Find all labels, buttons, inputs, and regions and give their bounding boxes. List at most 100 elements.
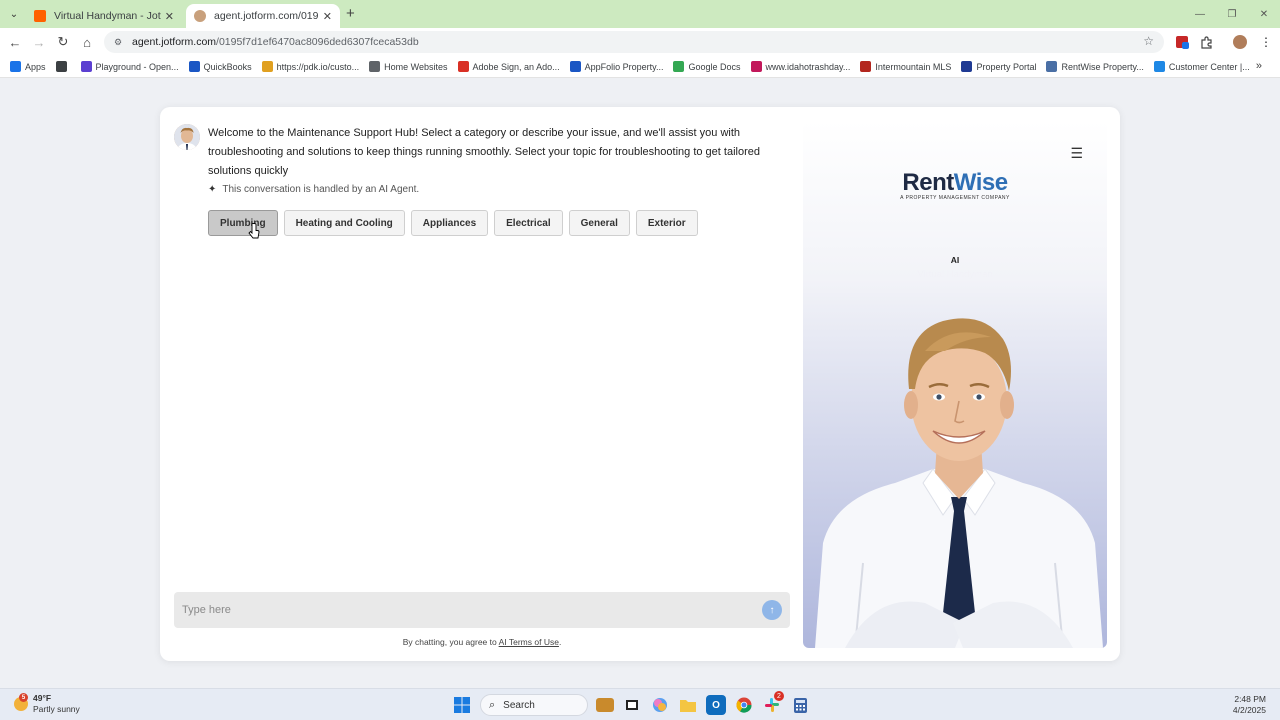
- category-electrical-button[interactable]: Electrical: [494, 210, 563, 236]
- briefcase-icon[interactable]: [596, 698, 614, 712]
- bookmark-label: Apps: [25, 61, 46, 72]
- rentwise-logo: RentWise A PROPERTY MANAGEMENT COMPANY: [803, 169, 1107, 201]
- bookmark-label: Home Websites: [384, 61, 448, 72]
- tab-close-icon[interactable]: ✕: [323, 10, 332, 23]
- bookmark-item[interactable]: [55, 61, 71, 72]
- address-bar[interactable]: ⚙ agent.jotform.com/0195f7d1ef6470ac8096…: [104, 31, 1164, 53]
- weather-widget[interactable]: 5 49°F Partly sunny: [14, 693, 80, 715]
- ai-notice-text: This conversation is handled by an AI Ag…: [222, 184, 420, 195]
- forward-arrow-icon[interactable]: →: [30, 33, 48, 51]
- temperature: 49°F: [33, 693, 52, 703]
- restore-icon[interactable]: ❐: [1216, 0, 1248, 28]
- outlook-icon[interactable]: O: [706, 695, 726, 715]
- bookmark-label: AppFolio Property...: [584, 61, 664, 72]
- bookmarks-overflow-icon[interactable]: »: [1256, 60, 1262, 72]
- category-exterior-button[interactable]: Exterior: [635, 210, 698, 236]
- bookmark-favicon-icon: [80, 61, 92, 72]
- send-arrow-icon[interactable]: ↑: [762, 600, 782, 620]
- bookmark-label: https://pdk.io/custo...: [276, 61, 360, 72]
- bookmark-label: Customer Center |...: [1168, 61, 1250, 72]
- task-view-icon[interactable]: [622, 695, 642, 715]
- bookmark-item[interactable]: www.idahotrashday...: [750, 61, 851, 72]
- bookmark-item[interactable]: QuickBooks: [188, 61, 252, 72]
- bookmark-favicon-icon: [188, 61, 200, 72]
- jotform-favicon-icon: [34, 10, 46, 22]
- agent-name: Virtual Handyman: [917, 269, 993, 280]
- mouse-pointer-icon: [248, 223, 260, 242]
- taskbar-search[interactable]: ⌕ Search: [480, 694, 588, 716]
- calculator-icon[interactable]: [790, 695, 810, 715]
- browser-menu-icon[interactable]: ⋮: [1258, 34, 1274, 50]
- bookmark-favicon-icon: [673, 61, 685, 72]
- extension-icon[interactable]: [1174, 34, 1190, 50]
- minimize-icon[interactable]: —: [1184, 0, 1216, 28]
- file-explorer-icon[interactable]: [678, 695, 698, 715]
- category-plumbing-button[interactable]: Plumbing: [208, 210, 278, 236]
- browser-tabstrip: ⌄ Virtual Handyman - Jotform Co ✕ agent.…: [0, 0, 1280, 28]
- bookmark-star-icon[interactable]: ☆: [1143, 34, 1154, 48]
- bookmark-item[interactable]: RentWise Property...: [1046, 61, 1144, 72]
- weather-condition: Partly sunny: [33, 704, 80, 714]
- tab-search-icon[interactable]: ⌄: [5, 5, 23, 23]
- terms-notice: By chatting, you agree to AI Terms of Us…: [174, 637, 790, 647]
- copilot-icon[interactable]: [650, 695, 670, 715]
- ai-label: AI: [950, 255, 960, 265]
- site-settings-icon[interactable]: ⚙: [112, 36, 124, 48]
- clock-date: 4/2/2025: [1232, 705, 1266, 715]
- bookmark-item[interactable]: https://pdk.io/custo...: [261, 61, 360, 72]
- bookmark-item[interactable]: Property Portal: [961, 61, 1036, 72]
- profile-avatar[interactable]: [1232, 34, 1248, 50]
- windows-start-icon[interactable]: [452, 695, 472, 715]
- bookmark-label: Intermountain MLS: [875, 61, 952, 72]
- terms-prefix: By chatting, you agree to: [402, 637, 497, 647]
- bookmark-favicon-icon: [261, 61, 273, 72]
- back-arrow-icon[interactable]: ←: [6, 33, 24, 51]
- notification-badge: 2: [774, 691, 784, 701]
- windows-taskbar: 5 49°F Partly sunny ⌕ Search O 2 2:48 PM…: [0, 688, 1280, 720]
- new-tab-icon[interactable]: +: [346, 5, 355, 22]
- tab-title: agent.jotform.com/0195f7d1ef: [214, 10, 319, 22]
- bookmark-favicon-icon: [369, 61, 381, 72]
- message-input[interactable]: [182, 604, 742, 616]
- bookmark-item[interactable]: Adobe Sign, an Ado...: [457, 61, 560, 72]
- tab-agent-jotform[interactable]: agent.jotform.com/0195f7d1ef ✕: [186, 4, 340, 28]
- system-clock[interactable]: 2:48 PM 4/2/2025: [1233, 694, 1266, 716]
- bookmark-label: QuickBooks: [203, 61, 252, 72]
- message-composer: ↑: [174, 592, 790, 628]
- weather-badge: 5: [19, 693, 28, 702]
- category-heating-cooling-button[interactable]: Heating and Cooling: [283, 210, 405, 236]
- chrome-icon[interactable]: [734, 695, 754, 715]
- tab-close-icon[interactable]: ✕: [165, 10, 174, 23]
- bookmark-item[interactable]: Customer Center |...: [1153, 61, 1250, 72]
- hamburger-menu-icon[interactable]: ☰: [1070, 145, 1083, 162]
- home-icon[interactable]: ⌂: [78, 33, 96, 51]
- terms-suffix: .: [558, 637, 562, 647]
- bookmark-item[interactable]: AppFolio Property...: [569, 61, 664, 72]
- bookmark-label: www.idahotrashday...: [765, 61, 851, 72]
- close-window-icon[interactable]: ✕: [1248, 0, 1280, 28]
- bookmark-favicon-icon: [860, 61, 872, 72]
- reload-icon[interactable]: ↻: [54, 33, 72, 51]
- extensions-puzzle-icon[interactable]: [1198, 34, 1214, 50]
- bookmark-item[interactable]: Home Websites: [369, 61, 448, 72]
- terms-link[interactable]: AI Terms of Use: [499, 637, 559, 647]
- bookmark-item[interactable]: Google Docs: [673, 61, 741, 72]
- bookmark-item[interactable]: Intermountain MLS: [860, 61, 951, 72]
- agent-favicon-icon: [194, 10, 206, 22]
- bookmark-favicon-icon: [750, 61, 762, 72]
- bookmark-favicon-icon: [457, 61, 469, 72]
- bookmark-favicon-icon: [10, 61, 21, 72]
- brand-name: RentWise: [902, 169, 1008, 196]
- bookmark-favicon-icon: [1046, 61, 1058, 72]
- slack-icon[interactable]: 2: [762, 691, 784, 715]
- browser-toolbar: ← → ↻ ⌂ ⚙ agent.jotform.com/0195f7d1ef64…: [0, 28, 1280, 56]
- clock-time: 2:48 PM: [1234, 694, 1266, 704]
- bookmarks-bar: Apps Playground - Open... QuickBooks https:…: [0, 56, 1280, 78]
- category-appliances-button[interactable]: Appliances: [410, 210, 489, 236]
- bookmark-item[interactable]: Apps: [10, 61, 46, 72]
- tab-virtual-handyman[interactable]: Virtual Handyman - Jotform Co ✕: [26, 4, 182, 28]
- window-controls: — ❐ ✕: [1184, 0, 1280, 28]
- tab-title: Virtual Handyman - Jotform Co: [54, 10, 161, 22]
- category-general-button[interactable]: General: [568, 210, 630, 236]
- bookmark-item[interactable]: Playground - Open...: [80, 61, 179, 72]
